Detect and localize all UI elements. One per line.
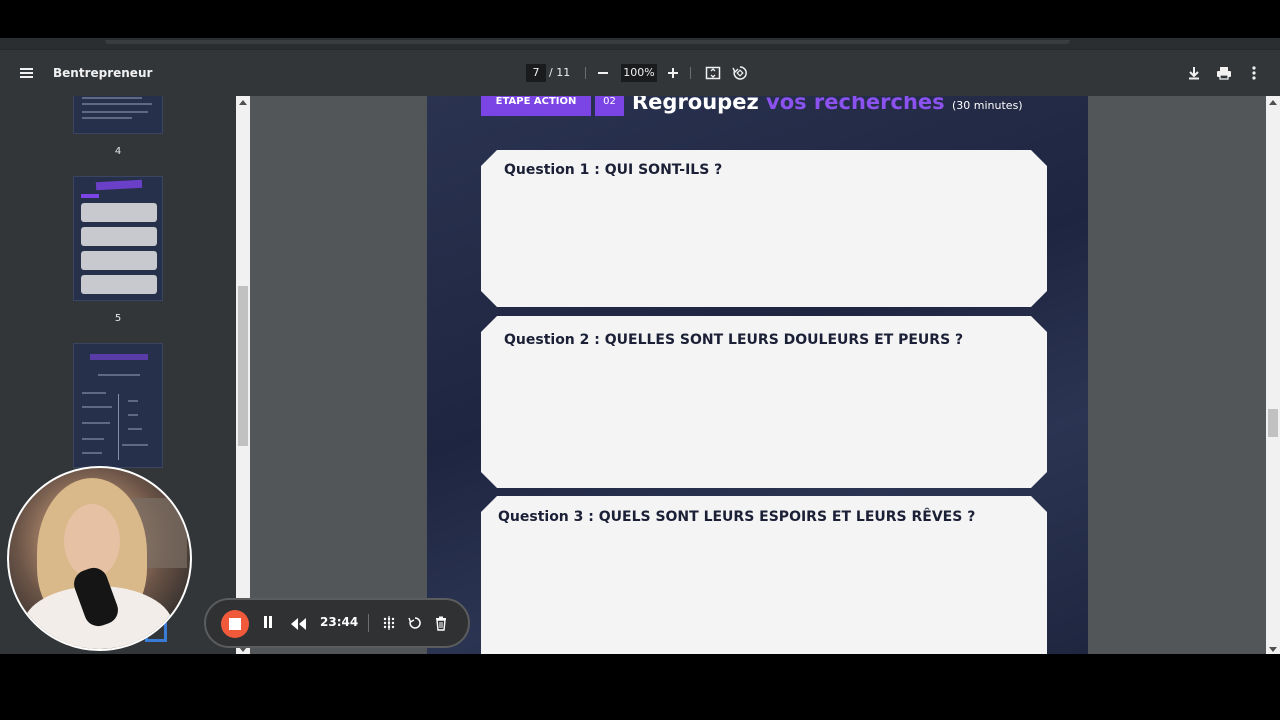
- scroll-up-arrow[interactable]: [1269, 100, 1277, 105]
- recorder-divider: [368, 614, 369, 632]
- thumb-card: [81, 251, 157, 270]
- question-card: Question 1 : QUI SONT-ILS ?: [481, 150, 1047, 307]
- stop-recording-button[interactable]: [221, 610, 249, 638]
- question-label: Question 3 : QUELS SONT LEURS ESPOIRS ET…: [498, 509, 976, 525]
- zoom-level-input[interactable]: 100%: [621, 64, 657, 82]
- thumb-text: [128, 428, 142, 430]
- page-thumbnail-5[interactable]: [73, 176, 163, 301]
- thumbnail-number: 5: [114, 313, 122, 324]
- question-card: Question 3 : QUELS SONT LEURS ESPOIRS ET…: [481, 496, 1047, 654]
- thumb-text: [98, 374, 140, 376]
- delete-icon[interactable]: [433, 615, 449, 631]
- grid-icon[interactable]: [381, 615, 397, 631]
- thumb-text: [122, 444, 148, 446]
- top-letterbox: [0, 0, 1280, 38]
- question-card: Question 2 : QUELLES SONT LEURS DOULEURS…: [481, 316, 1047, 488]
- step-number-badge: 02: [595, 96, 624, 116]
- step-badge: ÉTAPE ACTION: [481, 96, 591, 116]
- thumb-text: [82, 452, 102, 454]
- thumbnail-number: 4: [114, 146, 122, 157]
- scroll-down-arrow[interactable]: [1269, 647, 1277, 652]
- scroll-up-arrow[interactable]: [239, 100, 247, 105]
- thumb-title: [90, 354, 148, 360]
- sidebar-scrollbar[interactable]: [236, 96, 250, 654]
- restart-icon[interactable]: [407, 615, 423, 631]
- heading-text: Regroupez: [632, 96, 766, 114]
- zoom-in-button[interactable]: [664, 64, 682, 82]
- thumb-badge: [81, 194, 99, 198]
- page-scrollbar[interactable]: [1266, 96, 1280, 654]
- duration-text: (30 minutes): [951, 99, 1023, 112]
- question-label: Question 2 : QUELLES SONT LEURS DOULEURS…: [504, 332, 964, 348]
- thumb-text: [82, 438, 104, 440]
- thumb-card: [81, 203, 157, 222]
- tab-strip-shadow: [105, 40, 1070, 44]
- thumb-text: [82, 111, 148, 113]
- thumb-text: [82, 103, 152, 105]
- more-options-icon[interactable]: [1245, 64, 1263, 82]
- webcam-overlay: [7, 466, 192, 651]
- pdf-toolbar: Bentrepreneur 7 / 11 100%: [0, 50, 1280, 96]
- pdf-page: ÉTAPE ACTION 02 Regroupez vos recherches…: [427, 96, 1088, 654]
- thumb-divider: [118, 394, 119, 460]
- thumb-text: [82, 422, 110, 424]
- menu-icon[interactable]: [18, 65, 36, 81]
- page-number-input[interactable]: 7: [526, 64, 546, 82]
- rewind-icon[interactable]: [290, 616, 308, 630]
- page-thumbnail-6[interactable]: [73, 343, 163, 468]
- heading-accent-text: vos recherches: [766, 96, 945, 114]
- page-scroll-thumb[interactable]: [1268, 409, 1278, 437]
- thumb-text: [82, 97, 142, 99]
- thumb-card: [81, 227, 157, 246]
- thumb-text: [82, 117, 132, 119]
- question-label: Question 1 : QUI SONT-ILS ?: [504, 162, 723, 178]
- bottom-letterbox: [0, 654, 1280, 720]
- fit-to-page-icon[interactable]: [704, 64, 722, 82]
- thumb-card: [81, 275, 157, 294]
- recording-timer: 23:44: [320, 615, 359, 629]
- recording-controls: 23:44: [204, 598, 470, 648]
- rotate-icon[interactable]: [731, 64, 749, 82]
- zoom-out-button[interactable]: [594, 64, 612, 82]
- page-total: / 11: [549, 66, 571, 79]
- sidebar-scroll-thumb[interactable]: [238, 286, 248, 446]
- page-heading: Regroupez vos recherches (30 minutes): [632, 96, 1023, 114]
- thumb-text: [128, 400, 138, 402]
- thumb-title: [95, 179, 143, 191]
- document-title: Bentrepreneur: [53, 66, 153, 80]
- pdf-viewer: 4 5 ÉTAPE ACTION 02 Regroupez vos recher…: [0, 96, 1280, 654]
- download-icon[interactable]: [1185, 64, 1203, 82]
- thumb-text: [82, 406, 112, 408]
- toolbar-divider: [690, 67, 691, 79]
- pause-icon[interactable]: [262, 616, 274, 630]
- toolbar-divider: [585, 67, 586, 79]
- print-icon[interactable]: [1215, 64, 1233, 82]
- thumb-text: [128, 414, 138, 416]
- thumb-text: [82, 392, 106, 394]
- page-thumbnail-4[interactable]: [73, 96, 163, 134]
- tab-strip: [0, 38, 1280, 50]
